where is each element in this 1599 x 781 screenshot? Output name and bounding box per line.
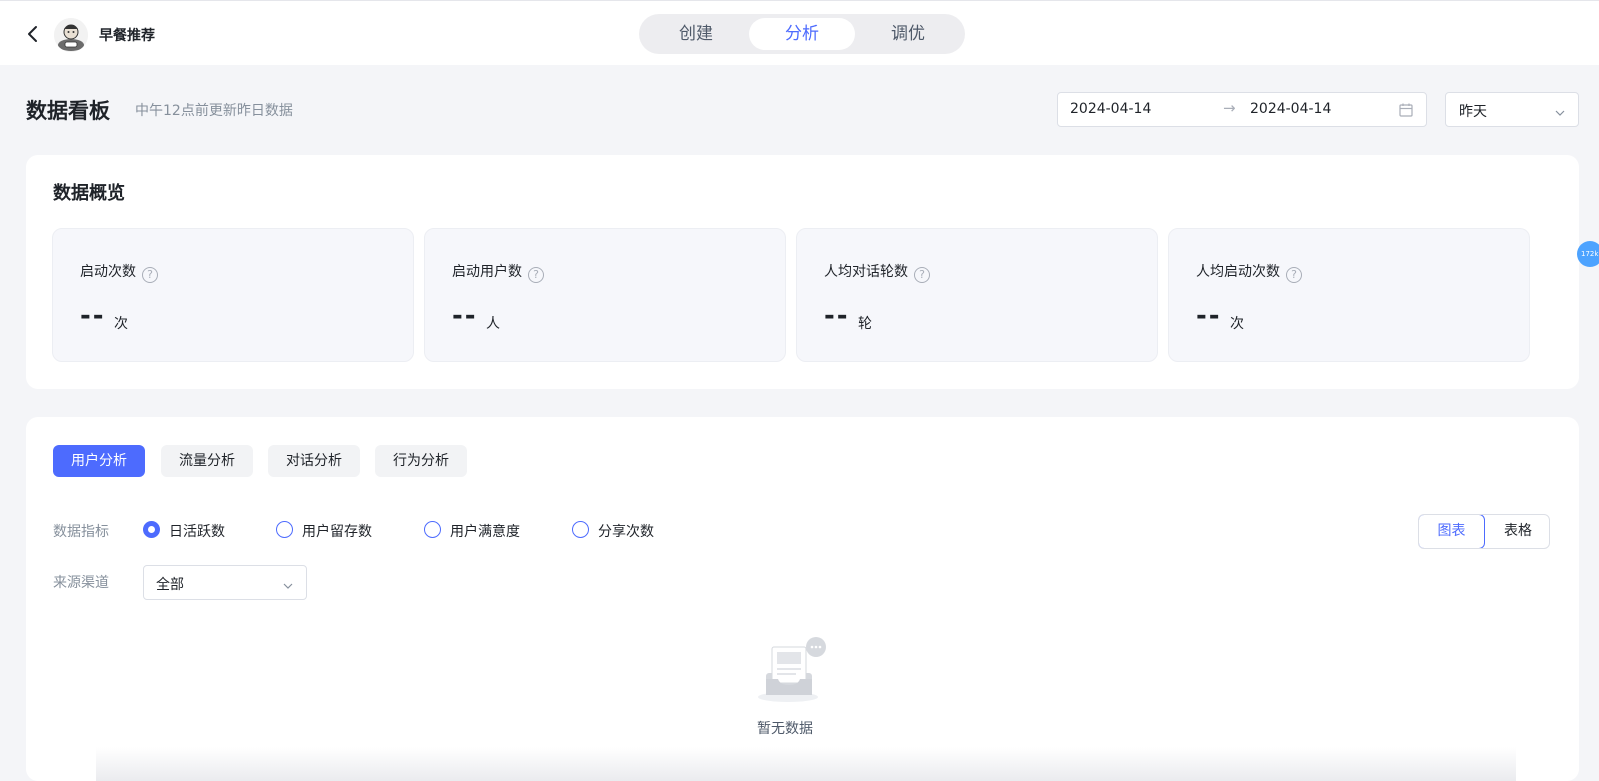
empty-state-text: 暂无数据 [757, 721, 813, 737]
stat-label: 启动次数 [80, 264, 136, 280]
chevron-down-icon [282, 577, 294, 589]
stat-label: 人均对话轮数 [824, 264, 908, 280]
help-icon[interactable]: ? [914, 267, 930, 283]
chevron-down-icon [1554, 104, 1566, 116]
top-bar: 早餐推荐 创建 分析 调优 [0, 0, 1599, 65]
radio-unchecked-icon[interactable] [424, 521, 441, 538]
view-chart-button[interactable]: 图表 [1419, 515, 1485, 548]
stat-label: 人均启动次数 [1196, 264, 1280, 280]
channel-select[interactable]: 全部 [143, 565, 307, 600]
help-icon[interactable]: ? [142, 267, 158, 283]
channel-value: 全部 [156, 577, 184, 593]
radio-label: 用户留存数 [302, 524, 372, 540]
overview-title: 数据概览 [53, 183, 125, 204]
view-toggle: 图表 表格 [1418, 514, 1550, 549]
radio-label: 分享次数 [598, 524, 654, 540]
stat-unit: 次 [1230, 316, 1244, 332]
mode-switch: 创建 分析 调优 [639, 14, 965, 54]
stat-card-avg-turns: 人均对话轮数? -- 轮 [796, 228, 1158, 362]
tab-analysis[interactable]: 分析 [749, 18, 855, 50]
radio-label: 用户满意度 [450, 524, 520, 540]
calendar-icon[interactable] [1398, 102, 1414, 118]
back-arrow-icon[interactable] [22, 21, 44, 47]
date-range-picker[interactable]: 2024-04-14 → 2024-04-14 [1057, 92, 1427, 127]
help-icon[interactable]: ? [1286, 267, 1302, 283]
radio-checked-icon[interactable] [143, 521, 160, 538]
stat-card-launches: 启动次数? -- 次 [52, 228, 414, 362]
empty-inbox-icon [756, 635, 846, 705]
stat-unit: 轮 [858, 316, 872, 332]
floating-badge[interactable]: 172k [1577, 241, 1599, 267]
stat-value: -- [80, 301, 106, 331]
radio-unchecked-icon[interactable] [276, 521, 293, 538]
tab-traffic-analysis[interactable]: 流量分析 [161, 445, 253, 477]
bot-name: 早餐推荐 [99, 28, 155, 44]
stat-value: -- [1196, 301, 1222, 331]
stat-unit: 次 [114, 316, 128, 332]
period-select[interactable]: 昨天 [1445, 92, 1579, 127]
help-icon[interactable]: ? [528, 267, 544, 283]
bot-avatar [54, 18, 88, 52]
date-end[interactable]: 2024-04-14 [1250, 101, 1331, 117]
tab-user-analysis[interactable]: 用户分析 [53, 445, 145, 477]
tab-behavior-analysis[interactable]: 行为分析 [375, 445, 467, 477]
stat-card-avg-launches: 人均启动次数? -- 次 [1168, 228, 1530, 362]
metric-label: 数据指标 [53, 524, 109, 540]
channel-label: 来源渠道 [53, 575, 109, 591]
view-table-button[interactable]: 表格 [1485, 515, 1549, 548]
radio-label: 日活跃数 [169, 524, 225, 540]
page-subtitle: 中午12点前更新昨日数据 [135, 103, 293, 119]
stat-value: -- [824, 301, 850, 331]
bottom-fade [96, 747, 1516, 781]
overview-card: 数据概览 启动次数? -- 次 启动用户数? -- 人 人均对话轮数? -- 轮… [26, 155, 1579, 389]
date-range-arrow: → [1223, 99, 1236, 117]
tab-tuning[interactable]: 调优 [855, 18, 961, 50]
stat-unit: 人 [486, 316, 500, 332]
analysis-card: 用户分析 流量分析 对话分析 行为分析 数据指标 日活跃数 用户留存数 用户满意… [26, 417, 1579, 781]
stat-value: -- [452, 301, 478, 331]
tab-create[interactable]: 创建 [643, 18, 749, 50]
tab-dialog-analysis[interactable]: 对话分析 [268, 445, 360, 477]
radio-unchecked-icon[interactable] [572, 521, 589, 538]
stat-label: 启动用户数 [452, 264, 522, 280]
page-title: 数据看板 [26, 99, 110, 123]
date-start[interactable]: 2024-04-14 [1070, 101, 1151, 117]
period-value: 昨天 [1459, 104, 1487, 120]
stat-card-users: 启动用户数? -- 人 [424, 228, 786, 362]
